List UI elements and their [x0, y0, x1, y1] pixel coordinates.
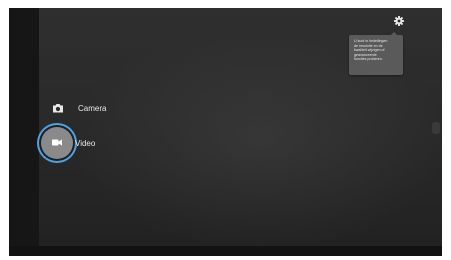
camera-mode-label: Camera: [78, 103, 107, 113]
gear-icon: [394, 13, 404, 31]
settings-tooltip: U kunt in Instellingen de resolutie en d…: [349, 32, 403, 75]
edge-handle[interactable]: [432, 122, 440, 134]
camera-app-window: U kunt in Instellingen de resolutie en d…: [9, 8, 442, 256]
left-strip: [9, 8, 39, 256]
video-camera-icon: [52, 139, 62, 148]
video-mode-button[interactable]: Video: [41, 127, 95, 159]
settings-button[interactable]: [391, 14, 407, 30]
bottom-bar: [9, 246, 442, 256]
video-mode-selected-indicator[interactable]: [41, 127, 73, 159]
video-mode-label: Video: [75, 138, 96, 148]
camera-icon: [51, 101, 65, 115]
tooltip-line: functies proberen.: [354, 57, 383, 62]
camera-mode-button[interactable]: Camera: [51, 101, 106, 115]
